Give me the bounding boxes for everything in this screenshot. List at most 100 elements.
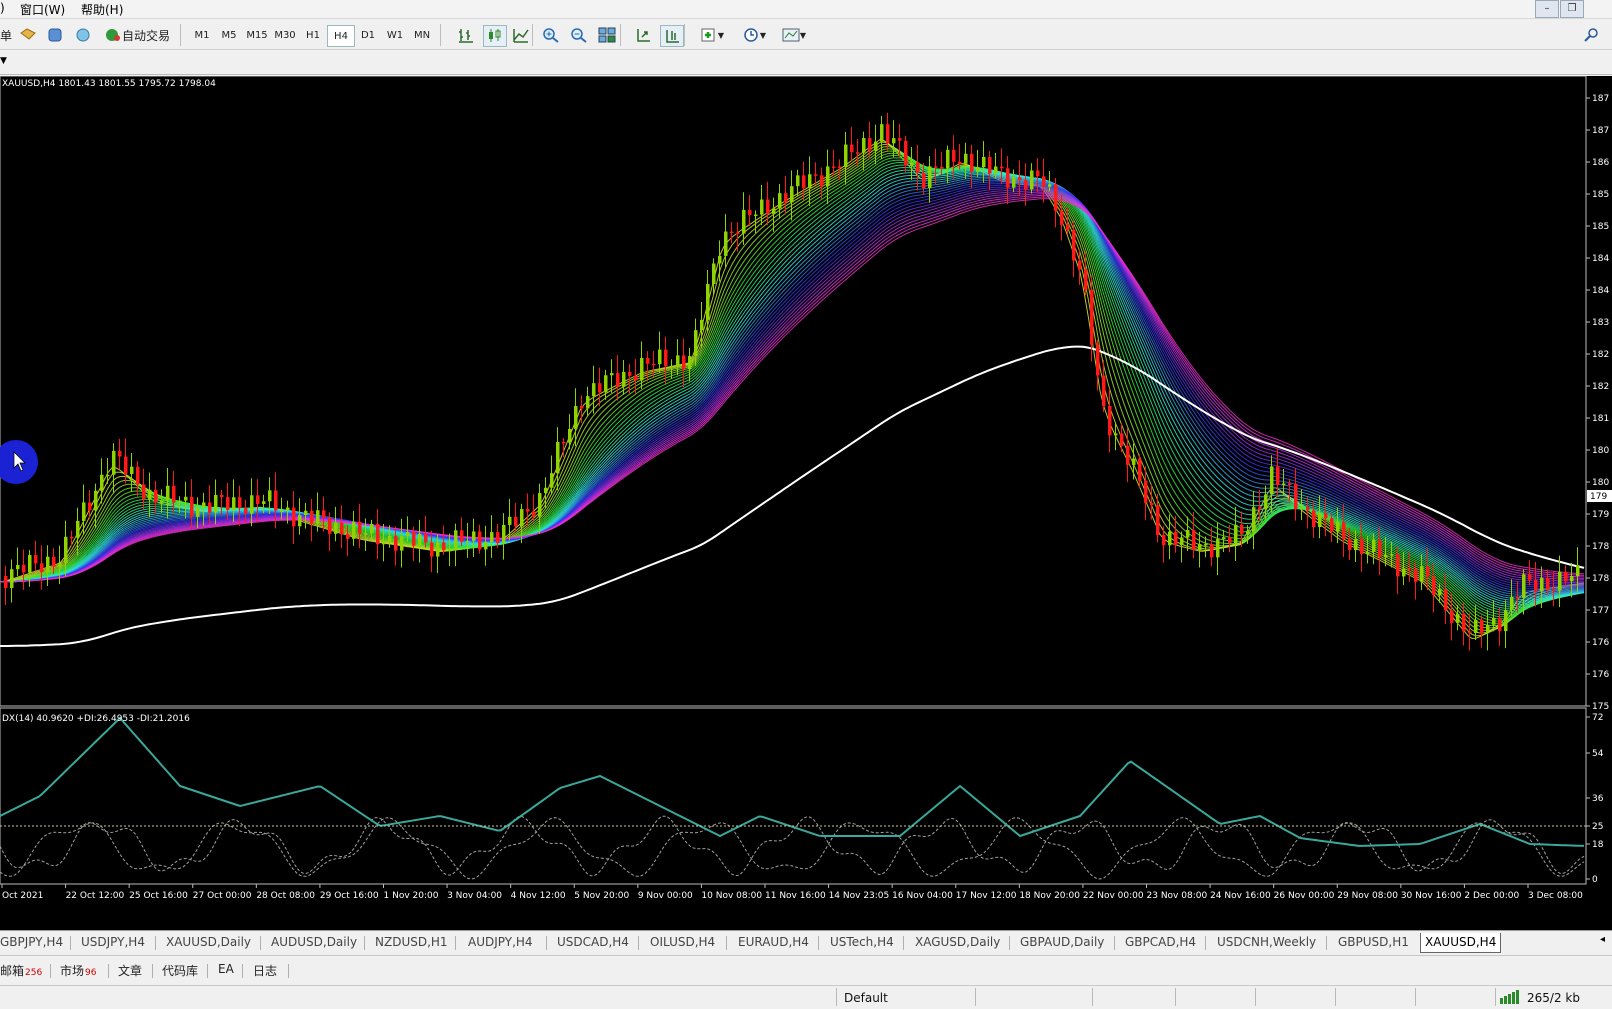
symbol-tabs-bar: GBPJPY,H4 USDJPY,H4 XAUUSD,Daily AUDUSD,…	[0, 930, 1612, 955]
tab-ea[interactable]: EA	[218, 962, 234, 976]
candle-body	[988, 156, 992, 174]
candle-body	[1138, 458, 1142, 481]
timeframe-h1[interactable]: H1	[300, 25, 326, 45]
tab-usdjpy-h4[interactable]: USDJPY,H4	[81, 933, 145, 952]
tab-code-base[interactable]: 代码库	[162, 962, 198, 979]
candles	[4, 112, 1580, 651]
periods-icon	[744, 28, 758, 42]
autotrade-button[interactable]: 自动交易	[100, 25, 174, 45]
candle-body	[376, 523, 380, 545]
tab-gbpcad-h4[interactable]: GBPCAD,H4	[1125, 933, 1196, 952]
status-divider	[1495, 988, 1496, 1006]
tab-separator	[638, 936, 639, 950]
tab-journal[interactable]: 日志	[253, 962, 277, 979]
toolbar-partial-label[interactable]: 单	[0, 25, 12, 45]
time-tick-label: 4 Nov 12:00	[511, 891, 566, 901]
candle-body	[910, 162, 914, 166]
tab-nzdusd-h1[interactable]: NZDUSD,H1	[375, 933, 448, 952]
price-tick-label: 183	[1592, 318, 1609, 328]
zoom-out-icon[interactable]	[568, 25, 590, 45]
candle-body	[1216, 539, 1220, 558]
candle-body	[1108, 405, 1112, 436]
status-divider	[1092, 988, 1093, 1006]
tab-gbpusd-h1[interactable]: GBPUSD,H1	[1338, 933, 1409, 952]
open-icon[interactable]	[17, 25, 39, 45]
tab-mailbox[interactable]: 邮箱256	[0, 962, 42, 979]
timeframe-mn[interactable]: MN	[409, 25, 435, 45]
candle-body	[1318, 512, 1322, 528]
tab-ustech-h4[interactable]: USTech,H4	[830, 933, 894, 952]
candle-body	[1012, 177, 1016, 188]
time-tick-label: 23 Nov 08:00	[1147, 891, 1208, 901]
tab-gbpjpy-h4[interactable]: GBPJPY,H4	[0, 933, 63, 952]
tab-oilusd-h4[interactable]: OILUSD,H4	[650, 933, 715, 952]
zoom-in-icon[interactable]	[540, 25, 562, 45]
indicators-button[interactable]: ▼	[694, 25, 730, 45]
candle-body	[580, 406, 584, 409]
autoscroll-icon[interactable]	[632, 25, 654, 45]
menu-help[interactable]: 帮助(H)	[81, 1, 123, 18]
timeframe-m15[interactable]: M15	[244, 25, 270, 45]
tab-audjpy-h4[interactable]: AUDJPY,H4	[468, 933, 533, 952]
candle-body	[328, 517, 332, 534]
candle-body	[1090, 289, 1094, 345]
timeframe-d1[interactable]: D1	[355, 25, 381, 45]
dropdown-arrow-icon[interactable]: ▼	[0, 56, 7, 66]
profiles-icon[interactable]	[44, 25, 66, 45]
bar-chart-icon[interactable]	[455, 25, 477, 45]
candle-body	[1270, 466, 1274, 495]
candle-body	[460, 530, 464, 542]
search-icon[interactable]	[1580, 25, 1602, 45]
price-tick-label: 185	[1592, 222, 1609, 232]
timeframe-m30[interactable]: M30	[272, 25, 298, 45]
tab-audusd-daily[interactable]: AUDUSD,Daily	[271, 933, 357, 952]
candle-body	[1360, 539, 1364, 554]
candle-body	[1444, 589, 1448, 611]
candle-body	[1222, 537, 1226, 540]
tab-market[interactable]: 市场96	[60, 962, 96, 979]
tab-usdcnh-weekly[interactable]: USDCNH,Weekly	[1217, 933, 1316, 952]
menu-partial[interactable]: )	[0, 1, 5, 15]
price-tick-label: 178	[1592, 574, 1609, 584]
templates-button[interactable]: ▼	[776, 25, 812, 45]
candle-body	[478, 531, 482, 550]
tab-usdcad-h4[interactable]: USDCAD,H4	[557, 933, 629, 952]
chart-shift-icon[interactable]	[660, 25, 684, 47]
price-chart[interactable]: 1871871861851851841841831821821811801801…	[0, 76, 1612, 930]
time-tick-label: Oct 2021	[2, 891, 43, 901]
tab-xagusd-daily[interactable]: XAGUSD,Daily	[915, 933, 1000, 952]
chart-window[interactable]: 187 187 186 185 185 184 184 183 182 182 181 180 180 1…	[0, 76, 1612, 930]
candle-body	[1354, 539, 1358, 551]
restore-button[interactable]: ❐	[1560, 0, 1584, 18]
toolbar-separator	[684, 24, 685, 46]
tab-xauusd-daily[interactable]: XAUUSD,Daily	[166, 933, 251, 952]
candle-body	[28, 555, 32, 573]
timeframe-h4[interactable]: H4	[327, 25, 355, 47]
candle-body	[298, 515, 302, 527]
chevron-down-icon: ▼	[759, 30, 767, 40]
candle-chart-icon[interactable]	[483, 25, 507, 47]
tab-xauusd-h4[interactable]: XAUUSD,H4	[1420, 933, 1502, 953]
scroll-tabs-icon[interactable]: ◂	[1600, 934, 1605, 945]
candle-body	[1522, 574, 1526, 598]
timeframe-m5[interactable]: M5	[216, 25, 242, 45]
line-chart-icon[interactable]	[510, 25, 532, 45]
candle-body	[160, 500, 164, 503]
tab-euraud-h4[interactable]: EURAUD,H4	[738, 933, 809, 952]
candle-body	[646, 357, 650, 364]
minimize-button[interactable]: –	[1535, 0, 1559, 18]
price-tick-label: 182	[1592, 350, 1609, 360]
tab-gbpaud-daily[interactable]: GBPAUD,Daily	[1020, 933, 1104, 952]
community-icon[interactable]	[72, 25, 94, 45]
tab-separator	[242, 964, 243, 978]
connection-bars-icon	[1500, 990, 1524, 1004]
tile-windows-icon[interactable]	[596, 25, 618, 45]
timeframe-w1[interactable]: W1	[382, 25, 408, 45]
candle-body	[190, 496, 194, 517]
tab-articles[interactable]: 文章	[118, 962, 142, 979]
periods-button[interactable]: ▼	[736, 25, 772, 45]
time-tick-label: 22 Oct 12:00	[66, 891, 125, 901]
candle-body	[1168, 531, 1172, 546]
timeframe-m1[interactable]: M1	[189, 25, 215, 45]
menu-window[interactable]: 窗口(W)	[20, 1, 65, 18]
